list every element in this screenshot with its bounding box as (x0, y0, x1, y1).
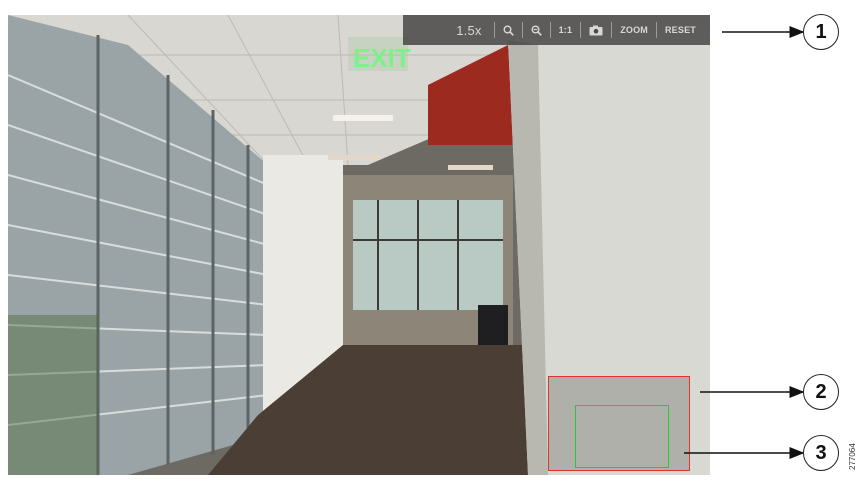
callout-arrows (684, 26, 805, 459)
callout-3: 3 (803, 435, 839, 471)
callout-2: 2 (803, 374, 839, 410)
callout-1: 1 (803, 14, 839, 50)
figure-id: 277064 (848, 443, 857, 470)
